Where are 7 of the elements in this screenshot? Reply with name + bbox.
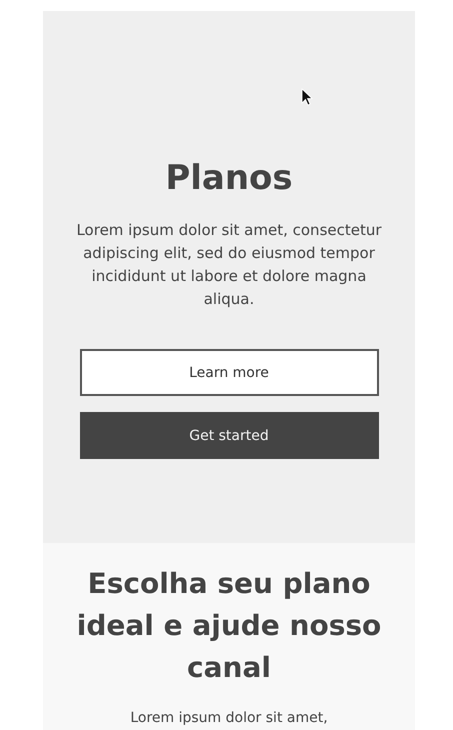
get-started-button[interactable]: Get started (80, 412, 378, 459)
plans-heading: Escolha seu plano ideal e ajude nosso canal (76, 566, 382, 686)
hero-description: Lorem ipsum dolor sit amet, consectetur adipiscing elit, sed do eiusmod tempor incididunt ut labore et dolore magna aliqua. (75, 220, 383, 310)
plans-description: Lorem ipsum dolor sit amet, (130, 709, 328, 727)
cursor-icon (301, 88, 313, 106)
hero-title: Planos (165, 157, 293, 200)
learn-more-button[interactable]: Learn more (80, 349, 378, 396)
